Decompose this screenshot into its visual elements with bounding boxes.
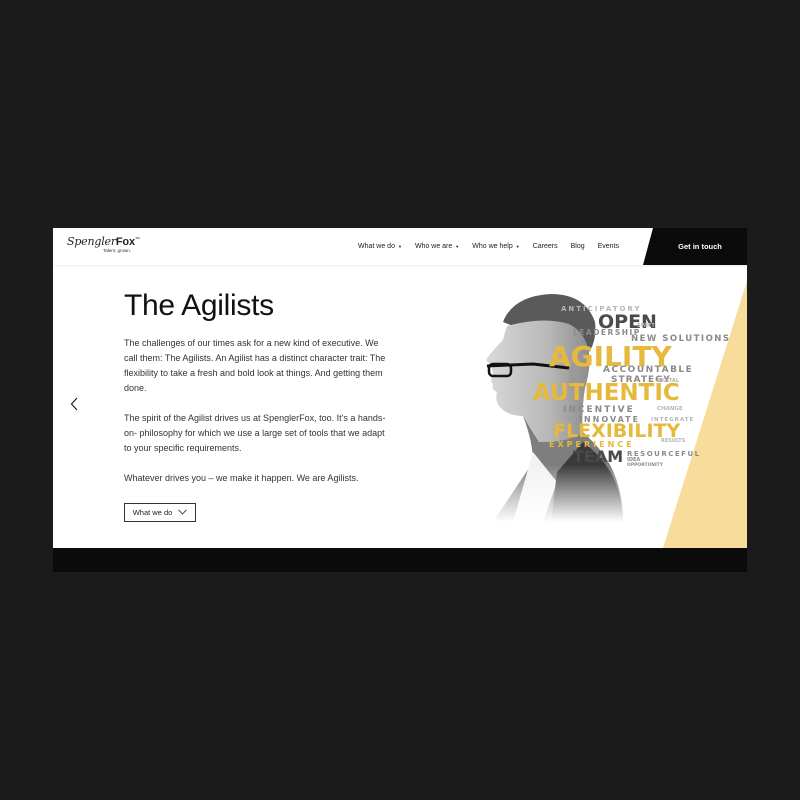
logo[interactable]: SpenglerFox™ Talent, grown. <box>67 235 140 253</box>
caret-down-icon: ▼ <box>515 244 520 249</box>
nav-item-careers[interactable]: Careers <box>533 243 558 250</box>
logo-tagline: Talent, grown. <box>103 248 132 253</box>
word-cloud-item: TEAM <box>573 447 624 466</box>
nav-item-who-we-are[interactable]: Who we are ▼ <box>415 243 459 250</box>
hero-slide: The Agilists The challenges of our times… <box>53 265 747 548</box>
hero-paragraph: The challenges of our times ask for a ne… <box>124 338 386 393</box>
nav-item-who-we-help[interactable]: Who we help ▼ <box>472 243 519 250</box>
chevron-left-icon <box>70 397 78 411</box>
hero-title: The Agilists <box>124 289 274 322</box>
nav-item-label: Blog <box>570 243 585 250</box>
word-cloud-item: INCENTIVE <box>563 405 635 415</box>
caret-down-icon: ▼ <box>397 244 402 249</box>
nav-item-events[interactable]: Events <box>598 243 619 250</box>
nav-item-blog[interactable]: Blog <box>571 243 585 250</box>
word-cloud-item: AUTHENTIC <box>533 380 680 406</box>
nav-item-label: Who we help <box>472 243 513 250</box>
hero-paragraph: Whatever drives you – we make it happen.… <box>124 473 359 483</box>
logo-wordmark: SpenglerFox™ <box>67 235 140 248</box>
chevron-down-icon <box>178 508 188 517</box>
get-in-touch-button[interactable]: Get in touch <box>643 228 747 265</box>
caret-down-icon: ▼ <box>455 244 460 249</box>
nav-item-what-we-do[interactable]: What we do ▼ <box>358 243 402 250</box>
main-nav: What we do ▼ Who we are ▼ Who we help ▼ … <box>358 228 632 265</box>
nav-item-label: Events <box>597 243 620 250</box>
what-we-do-button-label: What we do <box>132 508 173 517</box>
nav-item-label: What we do <box>358 243 395 250</box>
word-cloud-item: ACCOUNTABLE <box>603 365 694 375</box>
word-cloud-item: RESULTS <box>661 438 686 444</box>
what-we-do-button[interactable]: What we do <box>124 503 196 522</box>
bottom-bar <box>53 548 747 572</box>
nav-item-label: Careers <box>532 243 558 250</box>
site-header: SpenglerFox™ Talent, grown. What we do ▼… <box>53 228 747 265</box>
carousel-prev-arrow[interactable] <box>70 397 78 416</box>
hero-paragraph: The spirit of the Agilist drives us at S… <box>124 413 386 453</box>
word-cloud-item: OPPORTUNITY <box>627 463 664 468</box>
accent-diagonal-panel <box>663 281 747 548</box>
word-cloud-item: CHANGE <box>657 406 683 412</box>
nav-item-label: Who we are <box>414 243 453 250</box>
website-frame: SpenglerFox™ Talent, grown. What we do ▼… <box>53 228 747 572</box>
